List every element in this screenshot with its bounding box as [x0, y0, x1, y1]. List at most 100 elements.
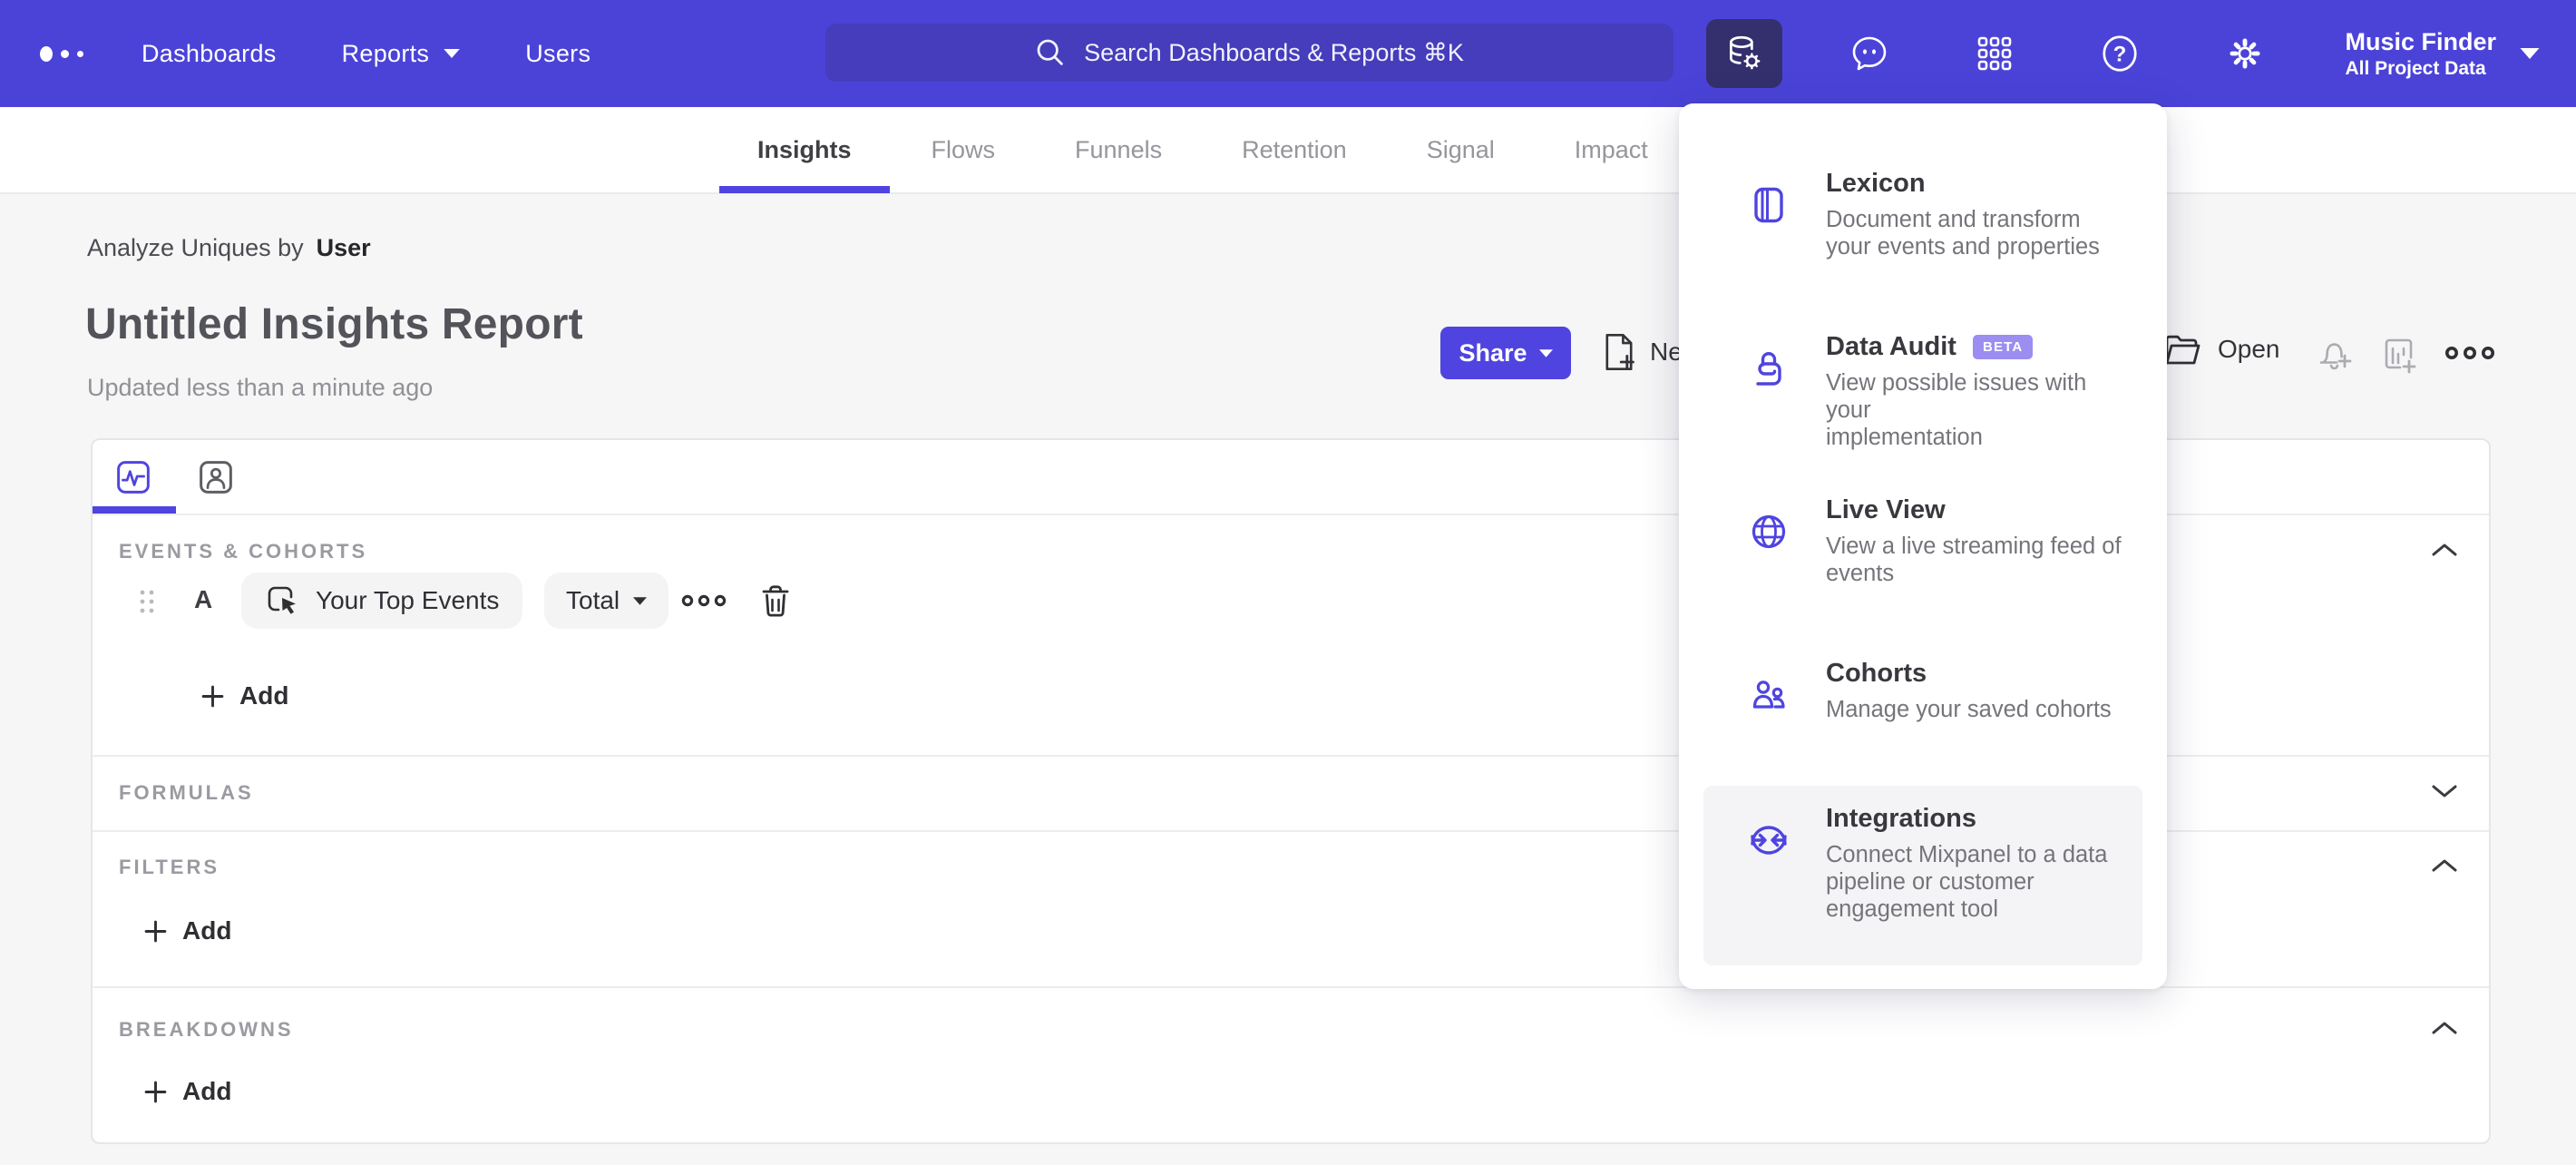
menu-item-data-audit[interactable]: Data Audit BETA View possible issues wit…	[1703, 314, 2142, 469]
plus-icon	[144, 920, 167, 942]
chevron-down-icon	[2520, 48, 2540, 59]
beta-badge: BETA	[1972, 335, 2034, 359]
new-report-button[interactable]: Ne	[1601, 332, 1683, 372]
menu-item-title: Data Audit	[1826, 332, 1956, 361]
analysis-context: Analyze Uniques by User	[87, 234, 371, 262]
open-button[interactable]: Open	[2161, 330, 2280, 368]
menu-item-integrations[interactable]: Integrations Connect Mixpanel to a data …	[1703, 786, 2142, 965]
chevron-up-icon	[2432, 543, 2457, 556]
menu-item-cohorts[interactable]: Cohorts Manage your saved cohorts	[1703, 641, 2142, 741]
chevron-down-icon	[1538, 348, 1553, 357]
tab-label: Impact	[1574, 135, 1648, 163]
data-management-button[interactable]	[1706, 19, 1783, 88]
menu-item-description: View possible issues with your implement…	[1826, 370, 2087, 450]
globe-icon	[1751, 514, 1786, 549]
menu-item-description: Connect Mixpanel to a data pipeline or c…	[1826, 842, 2108, 922]
nav-reports[interactable]: Reports	[342, 40, 461, 68]
search-input[interactable]: Search Dashboards & Reports ⌘K	[825, 24, 1673, 82]
tab-label: Flows	[931, 135, 996, 163]
tab-funnels[interactable]: Funnels	[1075, 106, 1162, 193]
context-value[interactable]: User	[317, 234, 371, 261]
delete-event-button[interactable]	[757, 582, 794, 621]
plus-icon	[201, 685, 224, 707]
event-series-letter: A	[194, 585, 213, 613]
collapse-events-button[interactable]	[2431, 542, 2458, 558]
trash-icon	[762, 585, 789, 617]
tab-retention[interactable]: Retention	[1242, 106, 1347, 193]
nav-utilities: ? Music Finder All Project Data	[1706, 0, 2540, 107]
help-button[interactable]: ?	[2082, 19, 2158, 88]
metric-dropdown[interactable]: Total	[544, 573, 669, 629]
menu-item-description: View a live streaming feed of events	[1826, 534, 2122, 586]
chevron-down-icon	[633, 596, 648, 605]
open-label: Open	[2218, 335, 2280, 363]
pulse-chart-icon	[117, 461, 150, 494]
nav-users[interactable]: Users	[525, 40, 590, 68]
context-label: Analyze Uniques by	[87, 234, 304, 261]
feedback-button[interactable]	[1831, 19, 1908, 88]
tab-insights[interactable]: Insights	[719, 106, 889, 193]
formulas-section-label: FORMULAS	[119, 781, 254, 804]
tab-label: Retention	[1242, 135, 1347, 163]
menu-item-live-view[interactable]: Live View View a live streaming feed of …	[1703, 477, 2142, 605]
mixpanel-logo[interactable]	[40, 0, 83, 107]
metric-value: Total	[566, 586, 620, 614]
expand-formulas-button[interactable]	[2431, 783, 2458, 799]
logo-dot	[40, 45, 53, 62]
data-audit-lock-icon	[1756, 352, 1781, 386]
add-label: Add	[182, 1077, 232, 1105]
create-alert-button[interactable]	[2313, 334, 2355, 376]
logo-dot	[61, 49, 69, 58]
chat-bubble-icon	[1853, 36, 1887, 71]
collapse-filters-button[interactable]	[2431, 857, 2458, 874]
menu-item-lexicon[interactable]: Lexicon Document and transform your even…	[1703, 151, 2142, 279]
tab-flows[interactable]: Flows	[932, 106, 996, 193]
add-label: Add	[239, 681, 289, 710]
project-scope: All Project Data	[2345, 57, 2486, 79]
tab-signal[interactable]: Signal	[1427, 106, 1495, 193]
page-title[interactable]: Untitled Insights Report	[85, 299, 583, 349]
tab-chart-view[interactable]	[116, 460, 151, 494]
add-label: Add	[182, 916, 232, 945]
menu-item-description: Document and transform your events and p…	[1826, 207, 2100, 259]
chart-plus-icon	[2385, 338, 2416, 374]
add-breakdown-button[interactable]: Add	[143, 1077, 231, 1106]
event-name: Your Top Events	[316, 586, 500, 614]
project-switcher[interactable]: Music Finder All Project Data	[2345, 27, 2540, 81]
add-event-button[interactable]: Add	[200, 681, 288, 710]
logo-dot	[77, 50, 83, 57]
collapse-breakdowns-button[interactable]	[2431, 1020, 2458, 1036]
settings-button[interactable]	[2207, 19, 2283, 88]
grid-icon	[1978, 36, 2012, 71]
gear-icon	[2230, 38, 2260, 69]
add-to-board-button[interactable]	[2378, 334, 2420, 376]
chevron-up-icon	[2432, 859, 2457, 872]
nav-dashboards[interactable]: Dashboards	[141, 40, 277, 68]
chevron-down-icon	[444, 49, 460, 58]
bell-plus-icon	[2319, 343, 2352, 370]
menu-item-title: Live View	[1826, 495, 1946, 524]
share-button[interactable]: Share	[1440, 327, 1571, 379]
menu-item-title: Cohorts	[1826, 659, 1927, 688]
ellipsis-icon	[681, 594, 727, 607]
person-card-icon	[200, 461, 232, 494]
menu-item-title: Integrations	[1826, 804, 1976, 833]
ellipsis-icon	[2445, 347, 2494, 359]
event-more-button[interactable]	[680, 592, 727, 610]
event-selector-button[interactable]: Your Top Events	[241, 573, 523, 629]
nav-users-label: Users	[525, 39, 591, 67]
report-tabbar: Insights Flows Funnels Retention Signal …	[0, 107, 2576, 194]
updated-timestamp: Updated less than a minute ago	[87, 374, 434, 401]
drag-handle-icon[interactable]	[139, 589, 155, 614]
primary-nav: Dashboards Reports Users	[141, 0, 590, 107]
add-filter-button[interactable]: Add	[143, 916, 231, 945]
tab-impact[interactable]: Impact	[1575, 106, 1648, 193]
new-report-label: Ne	[1650, 338, 1683, 366]
apps-grid-button[interactable]	[1956, 19, 2033, 88]
help-icon: ?	[2103, 35, 2138, 72]
chevron-down-icon	[2432, 785, 2457, 798]
tab-users-view[interactable]	[199, 460, 233, 494]
data-management-menu: Lexicon Document and transform your even…	[1679, 103, 2167, 989]
document-plus-icon	[1605, 333, 1634, 371]
more-actions-button[interactable]	[2444, 343, 2496, 363]
